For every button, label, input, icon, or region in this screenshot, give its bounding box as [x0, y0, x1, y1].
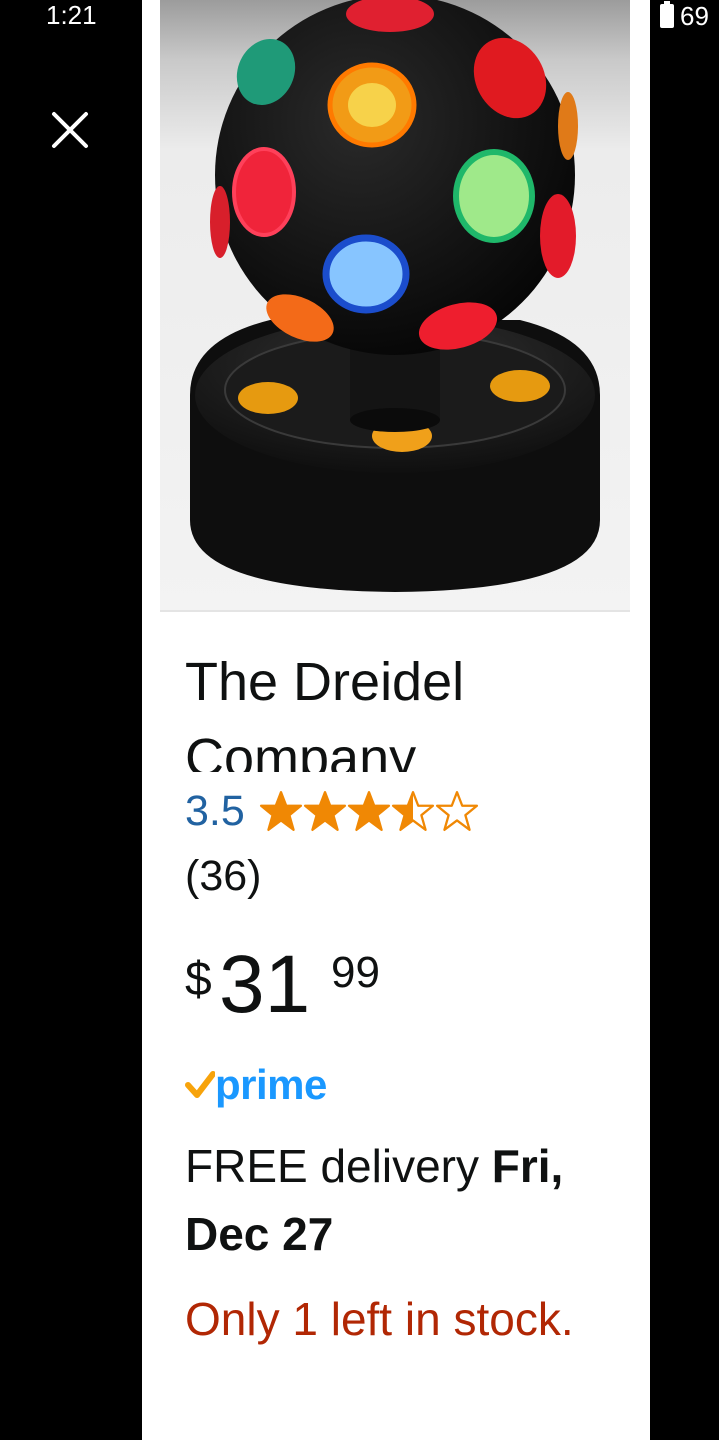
- disco-ball-lamp-image: [190, 0, 600, 592]
- delivery-info: FREE delivery Fri, Dec 27: [185, 1132, 625, 1268]
- rating-row[interactable]: 3.5: [185, 784, 479, 838]
- product-card[interactable]: The Dreidel Company 3.5 (36) $ 31 99 pri…: [142, 0, 650, 1440]
- close-button[interactable]: [44, 104, 96, 156]
- product-title[interactable]: The Dreidel Company: [185, 644, 625, 772]
- product-image[interactable]: [160, 0, 630, 610]
- star-full-icon: [347, 790, 390, 832]
- stock-status: Only 1 left in stock.: [185, 1293, 574, 1345]
- prime-check-icon: [185, 1071, 215, 1098]
- rating-value[interactable]: 3.5: [185, 787, 245, 836]
- star-half-icon: [391, 790, 434, 832]
- prime-label: prime: [215, 1061, 327, 1108]
- close-icon: [52, 112, 88, 148]
- divider: [160, 610, 630, 612]
- battery-icon: [660, 1, 674, 28]
- review-count[interactable]: (36): [185, 852, 261, 901]
- status-time: 1:21: [46, 0, 97, 30]
- star-empty-icon: [435, 790, 478, 832]
- product-title-container[interactable]: The Dreidel Company: [185, 644, 625, 772]
- price-symbol: $: [185, 953, 212, 1006]
- star-rating[interactable]: [259, 790, 479, 832]
- price-whole: 31: [219, 939, 311, 1030]
- svg-text:69: 69: [680, 1, 709, 30]
- star-full-icon: [303, 790, 346, 832]
- price-fraction: 99: [331, 948, 380, 997]
- prime-badge: prime: [185, 1060, 327, 1110]
- star-full-icon: [259, 790, 302, 832]
- delivery-prefix: FREE delivery: [185, 1140, 492, 1192]
